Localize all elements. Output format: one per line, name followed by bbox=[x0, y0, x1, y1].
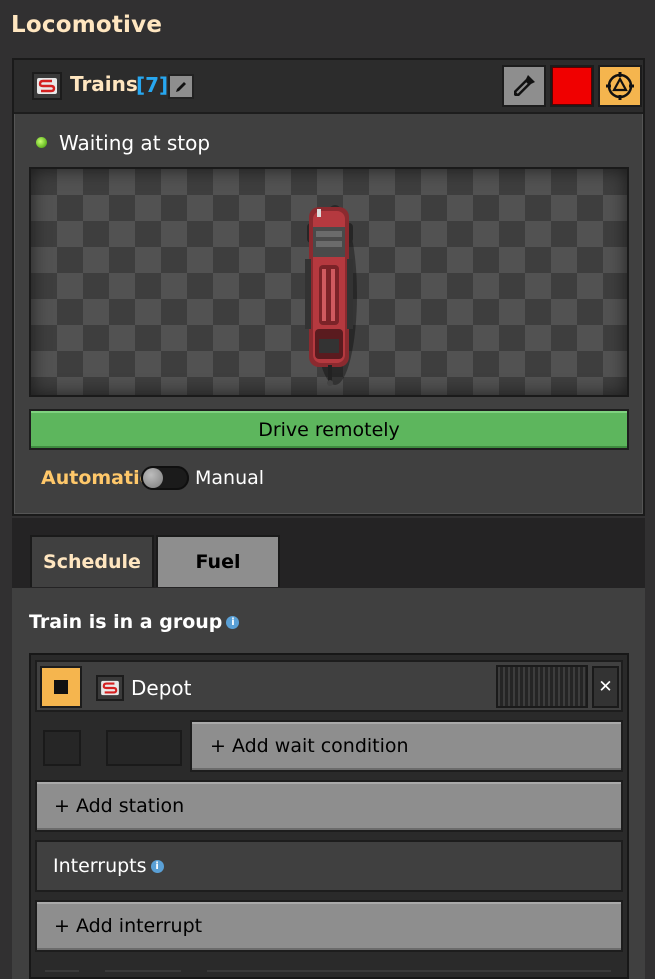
info-icon[interactable]: i bbox=[150, 859, 164, 873]
edit-group-button[interactable] bbox=[168, 74, 194, 99]
stop-button[interactable] bbox=[40, 666, 82, 708]
status-text: Waiting at stop bbox=[59, 131, 211, 155]
condition-slot bbox=[106, 730, 182, 766]
status-indicator bbox=[36, 137, 47, 148]
interrupts-label: Interrupts bbox=[53, 855, 147, 877]
train-stop-icon bbox=[96, 675, 124, 701]
automatic-label: Automatic bbox=[41, 467, 151, 489]
stop-icon bbox=[54, 680, 68, 694]
color-picker-button[interactable] bbox=[502, 65, 546, 107]
drive-remotely-button[interactable]: Drive remotely bbox=[29, 409, 629, 450]
locomotive-window: Locomotive Trains [7] Waiting at stop Dr… bbox=[0, 0, 655, 979]
train-icon bbox=[32, 72, 62, 100]
toggle-knob bbox=[143, 468, 163, 488]
color-swatch[interactable] bbox=[550, 65, 594, 107]
info-icon[interactable]: i bbox=[226, 616, 240, 629]
close-icon: ✕ bbox=[598, 677, 613, 697]
tab-fuel[interactable]: Fuel bbox=[156, 535, 280, 587]
add-station-button[interactable]: + Add station bbox=[35, 780, 623, 832]
condition-slot bbox=[43, 730, 81, 766]
group-count: [7] bbox=[136, 73, 169, 97]
window-title: Locomotive bbox=[11, 12, 163, 38]
manual-label: Manual bbox=[195, 467, 265, 489]
schedule-list-continuation bbox=[35, 958, 623, 979]
color-picker-icon bbox=[514, 75, 535, 96]
locomotive-image bbox=[305, 205, 357, 386]
interrupts-header: Interrupts i bbox=[35, 840, 623, 892]
remove-station-button[interactable]: ✕ bbox=[592, 666, 619, 708]
tab-schedule[interactable]: Schedule bbox=[30, 535, 154, 587]
select-target-button[interactable] bbox=[598, 65, 642, 107]
locomotive-preview[interactable] bbox=[29, 167, 629, 397]
edit-icon bbox=[176, 81, 186, 92]
add-interrupt-button[interactable]: + Add interrupt bbox=[35, 900, 623, 952]
group-info-label: Train is in a group i bbox=[29, 611, 240, 633]
station-name[interactable]: Depot bbox=[131, 676, 191, 700]
automatic-manual-toggle[interactable] bbox=[141, 466, 189, 490]
group-info-text: Train is in a group bbox=[29, 611, 223, 633]
add-wait-condition-button[interactable]: + Add wait condition bbox=[190, 720, 623, 772]
group-name: Trains bbox=[70, 72, 138, 96]
select-target-icon bbox=[606, 72, 634, 100]
drag-handle[interactable] bbox=[496, 665, 588, 708]
